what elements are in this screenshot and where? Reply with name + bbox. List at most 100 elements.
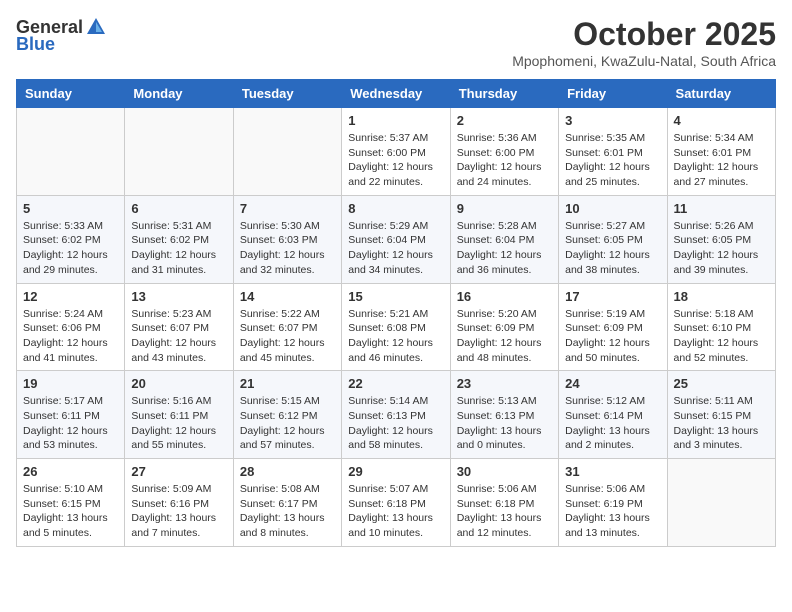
day-info: Sunrise: 5:30 AMSunset: 6:03 PMDaylight:… <box>240 219 335 278</box>
calendar-cell: 6 Sunrise: 5:31 AMSunset: 6:02 PMDaylight… <box>125 195 233 283</box>
day-number: 16 <box>457 289 552 304</box>
day-number: 4 <box>674 113 769 128</box>
day-info: Sunrise: 5:18 AMSunset: 6:10 PMDaylight:… <box>674 307 769 366</box>
day-number: 6 <box>131 201 226 216</box>
calendar-cell: 31 Sunrise: 5:06 AMSunset: 6:19 PMDayligh… <box>559 459 667 547</box>
calendar-week-5: 26 Sunrise: 5:10 AMSunset: 6:15 PMDayligh… <box>17 459 776 547</box>
calendar-cell: 24 Sunrise: 5:12 AMSunset: 6:14 PMDayligh… <box>559 371 667 459</box>
calendar-cell <box>17 108 125 196</box>
day-number: 19 <box>23 376 118 391</box>
day-info: Sunrise: 5:14 AMSunset: 6:13 PMDaylight:… <box>348 394 443 453</box>
calendar-cell <box>233 108 341 196</box>
day-number: 7 <box>240 201 335 216</box>
day-info: Sunrise: 5:10 AMSunset: 6:15 PMDaylight:… <box>23 482 118 541</box>
calendar-cell: 22 Sunrise: 5:14 AMSunset: 6:13 PMDayligh… <box>342 371 450 459</box>
day-number: 23 <box>457 376 552 391</box>
calendar-week-3: 12 Sunrise: 5:24 AMSunset: 6:06 PMDayligh… <box>17 283 776 371</box>
weekday-header-monday: Monday <box>125 80 233 108</box>
day-info: Sunrise: 5:22 AMSunset: 6:07 PMDaylight:… <box>240 307 335 366</box>
day-number: 17 <box>565 289 660 304</box>
day-number: 26 <box>23 464 118 479</box>
logo: General Blue <box>16 16 109 55</box>
day-number: 30 <box>457 464 552 479</box>
logo-blue-text: Blue <box>16 34 55 55</box>
calendar-cell: 19 Sunrise: 5:17 AMSunset: 6:11 PMDayligh… <box>17 371 125 459</box>
logo-icon <box>85 16 107 38</box>
day-info: Sunrise: 5:09 AMSunset: 6:16 PMDaylight:… <box>131 482 226 541</box>
day-number: 8 <box>348 201 443 216</box>
day-number: 12 <box>23 289 118 304</box>
day-info: Sunrise: 5:29 AMSunset: 6:04 PMDaylight:… <box>348 219 443 278</box>
calendar-cell <box>667 459 775 547</box>
day-info: Sunrise: 5:31 AMSunset: 6:02 PMDaylight:… <box>131 219 226 278</box>
calendar-cell: 16 Sunrise: 5:20 AMSunset: 6:09 PMDayligh… <box>450 283 558 371</box>
day-info: Sunrise: 5:16 AMSunset: 6:11 PMDaylight:… <box>131 394 226 453</box>
calendar-cell: 8 Sunrise: 5:29 AMSunset: 6:04 PMDaylight… <box>342 195 450 283</box>
calendar-cell: 29 Sunrise: 5:07 AMSunset: 6:18 PMDayligh… <box>342 459 450 547</box>
day-info: Sunrise: 5:13 AMSunset: 6:13 PMDaylight:… <box>457 394 552 453</box>
calendar-cell: 5Sunrise: 5:33 AMSunset: 6:02 PMDaylight… <box>17 195 125 283</box>
day-number: 13 <box>131 289 226 304</box>
day-number: 29 <box>348 464 443 479</box>
day-number: 21 <box>240 376 335 391</box>
calendar-cell: 17 Sunrise: 5:19 AMSunset: 6:09 PMDayligh… <box>559 283 667 371</box>
calendar-table: SundayMondayTuesdayWednesdayThursdayFrid… <box>16 79 776 547</box>
day-info: Sunrise: 5:07 AMSunset: 6:18 PMDaylight:… <box>348 482 443 541</box>
weekday-header-wednesday: Wednesday <box>342 80 450 108</box>
day-info: Sunrise: 5:15 AMSunset: 6:12 PMDaylight:… <box>240 394 335 453</box>
calendar-cell: 30 Sunrise: 5:06 AMSunset: 6:18 PMDayligh… <box>450 459 558 547</box>
calendar-cell: 12 Sunrise: 5:24 AMSunset: 6:06 PMDayligh… <box>17 283 125 371</box>
day-number: 20 <box>131 376 226 391</box>
day-info: Sunrise: 5:23 AMSunset: 6:07 PMDaylight:… <box>131 307 226 366</box>
month-title: October 2025 <box>512 16 776 53</box>
calendar-cell: 1Sunrise: 5:37 AMSunset: 6:00 PMDaylight… <box>342 108 450 196</box>
day-info: Sunrise: 5:12 AMSunset: 6:14 PMDaylight:… <box>565 394 660 453</box>
day-info: Sunrise: 5:11 AMSunset: 6:15 PMDaylight:… <box>674 394 769 453</box>
day-info: Sunrise: 5:20 AMSunset: 6:09 PMDaylight:… <box>457 307 552 366</box>
day-number: 10 <box>565 201 660 216</box>
day-number: 22 <box>348 376 443 391</box>
weekday-header-saturday: Saturday <box>667 80 775 108</box>
calendar-cell: 26 Sunrise: 5:10 AMSunset: 6:15 PMDayligh… <box>17 459 125 547</box>
day-number: 25 <box>674 376 769 391</box>
calendar-cell: 18 Sunrise: 5:18 AMSunset: 6:10 PMDayligh… <box>667 283 775 371</box>
day-number: 31 <box>565 464 660 479</box>
day-info: Sunrise: 5:24 AMSunset: 6:06 PMDaylight:… <box>23 307 118 366</box>
page-header: General Blue October 2025 Mpophomeni, Kw… <box>16 16 776 69</box>
calendar-cell: 10Sunrise: 5:27 AMSunset: 6:05 PMDayligh… <box>559 195 667 283</box>
day-number: 2 <box>457 113 552 128</box>
calendar-cell: 25 Sunrise: 5:11 AMSunset: 6:15 PMDayligh… <box>667 371 775 459</box>
calendar-cell: 4 Sunrise: 5:34 AMSunset: 6:01 PMDaylight… <box>667 108 775 196</box>
weekday-header-friday: Friday <box>559 80 667 108</box>
calendar-cell: 13 Sunrise: 5:23 AMSunset: 6:07 PMDayligh… <box>125 283 233 371</box>
day-number: 27 <box>131 464 226 479</box>
day-number: 14 <box>240 289 335 304</box>
calendar-cell: 2 Sunrise: 5:36 AMSunset: 6:00 PMDaylight… <box>450 108 558 196</box>
calendar-cell: 14 Sunrise: 5:22 AMSunset: 6:07 PMDayligh… <box>233 283 341 371</box>
day-info: Sunrise: 5:06 AMSunset: 6:19 PMDaylight:… <box>565 482 660 541</box>
day-info: Sunrise: 5:19 AMSunset: 6:09 PMDaylight:… <box>565 307 660 366</box>
day-info: Sunrise: 5:34 AMSunset: 6:01 PMDaylight:… <box>674 131 769 190</box>
day-info: Sunrise: 5:06 AMSunset: 6:18 PMDaylight:… <box>457 482 552 541</box>
calendar-cell: 23 Sunrise: 5:13 AMSunset: 6:13 PMDayligh… <box>450 371 558 459</box>
calendar-cell: 15 Sunrise: 5:21 AMSunset: 6:08 PMDayligh… <box>342 283 450 371</box>
location-text: Mpophomeni, KwaZulu-Natal, South Africa <box>512 53 776 69</box>
calendar-cell <box>125 108 233 196</box>
day-info: Sunrise: 5:36 AMSunset: 6:00 PMDaylight:… <box>457 131 552 190</box>
weekday-header-tuesday: Tuesday <box>233 80 341 108</box>
day-number: 18 <box>674 289 769 304</box>
calendar-cell: 28 Sunrise: 5:08 AMSunset: 6:17 PMDayligh… <box>233 459 341 547</box>
day-number: 28 <box>240 464 335 479</box>
calendar-cell: 20 Sunrise: 5:16 AMSunset: 6:11 PMDayligh… <box>125 371 233 459</box>
calendar-cell: 11Sunrise: 5:26 AMSunset: 6:05 PMDayligh… <box>667 195 775 283</box>
day-info: Sunrise: 5:21 AMSunset: 6:08 PMDaylight:… <box>348 307 443 366</box>
day-number: 15 <box>348 289 443 304</box>
day-info: Sunrise: 5:08 AMSunset: 6:17 PMDaylight:… <box>240 482 335 541</box>
day-number: 3 <box>565 113 660 128</box>
day-info: Sunrise: 5:17 AMSunset: 6:11 PMDaylight:… <box>23 394 118 453</box>
day-number: 24 <box>565 376 660 391</box>
day-info: Sunrise: 5:28 AMSunset: 6:04 PMDaylight:… <box>457 219 552 278</box>
calendar-week-2: 5Sunrise: 5:33 AMSunset: 6:02 PMDaylight… <box>17 195 776 283</box>
calendar-week-1: 1Sunrise: 5:37 AMSunset: 6:00 PMDaylight… <box>17 108 776 196</box>
weekday-header-thursday: Thursday <box>450 80 558 108</box>
